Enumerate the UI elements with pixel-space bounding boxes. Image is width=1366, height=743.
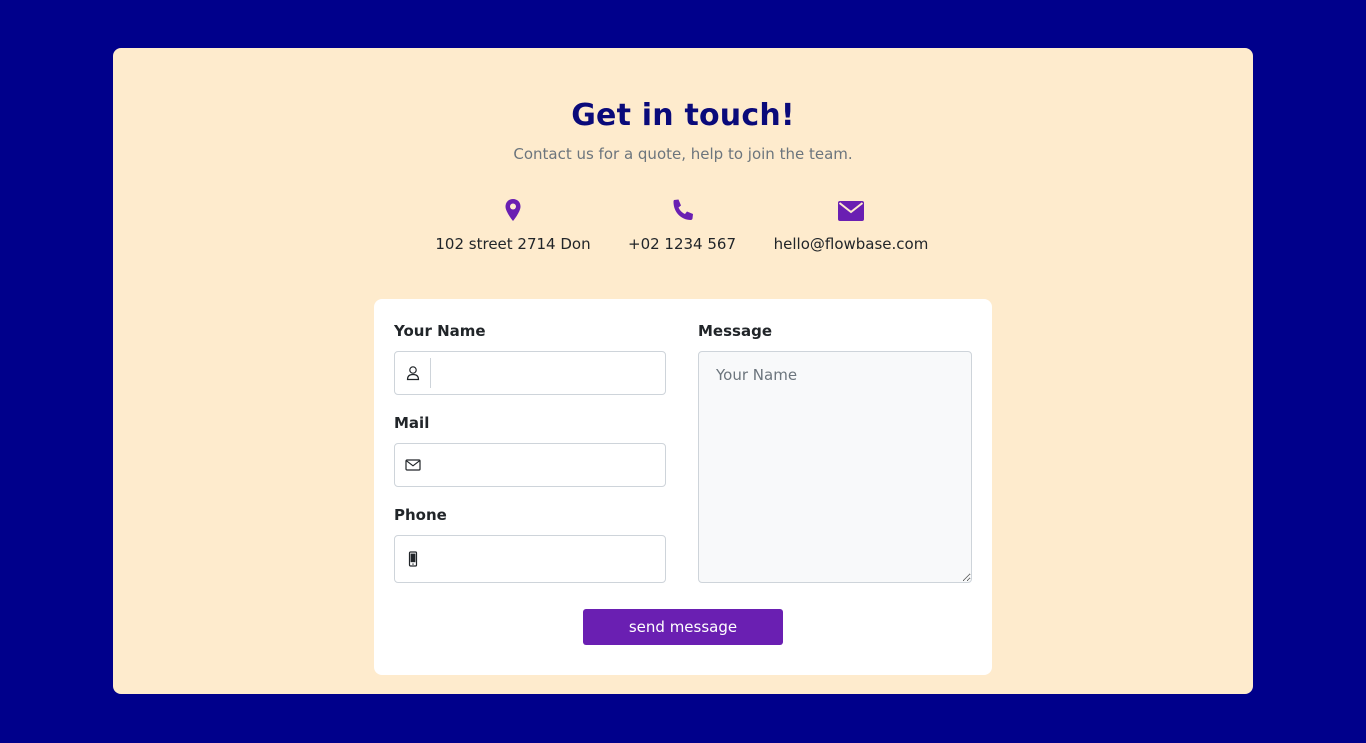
mail-label: Mail xyxy=(394,414,430,432)
contact-phone: +02 1234 567 xyxy=(612,196,752,254)
contact-email: hello@flowbase.com xyxy=(761,196,941,254)
message-label: Message xyxy=(698,322,772,340)
phone-input[interactable] xyxy=(435,536,655,582)
phone-label: Phone xyxy=(394,506,447,524)
user-icon xyxy=(395,352,431,394)
mail-field-group xyxy=(394,443,666,487)
mobile-phone-icon xyxy=(395,536,431,582)
name-field-divider xyxy=(430,358,431,388)
phone-field-group xyxy=(394,535,666,583)
mail-input[interactable] xyxy=(435,444,655,486)
page-subtitle: Contact us for a quote, help to join the… xyxy=(513,145,853,163)
page-title: Get in touch! xyxy=(571,98,795,133)
map-pin-icon xyxy=(423,196,603,224)
send-message-button[interactable]: send message xyxy=(583,609,783,645)
message-textarea[interactable] xyxy=(698,351,972,583)
name-field-group xyxy=(394,351,666,395)
phone-icon xyxy=(612,196,752,224)
mail-icon xyxy=(395,444,431,486)
contact-phone-text: +02 1234 567 xyxy=(628,235,736,253)
contact-email-text: hello@flowbase.com xyxy=(773,235,929,253)
name-input[interactable] xyxy=(435,352,655,394)
name-label: Your Name xyxy=(394,322,486,340)
contact-address: 102 street 2714 Don xyxy=(423,196,603,254)
envelope-icon xyxy=(761,196,941,224)
contact-address-text: 102 street 2714 Don xyxy=(435,235,591,253)
